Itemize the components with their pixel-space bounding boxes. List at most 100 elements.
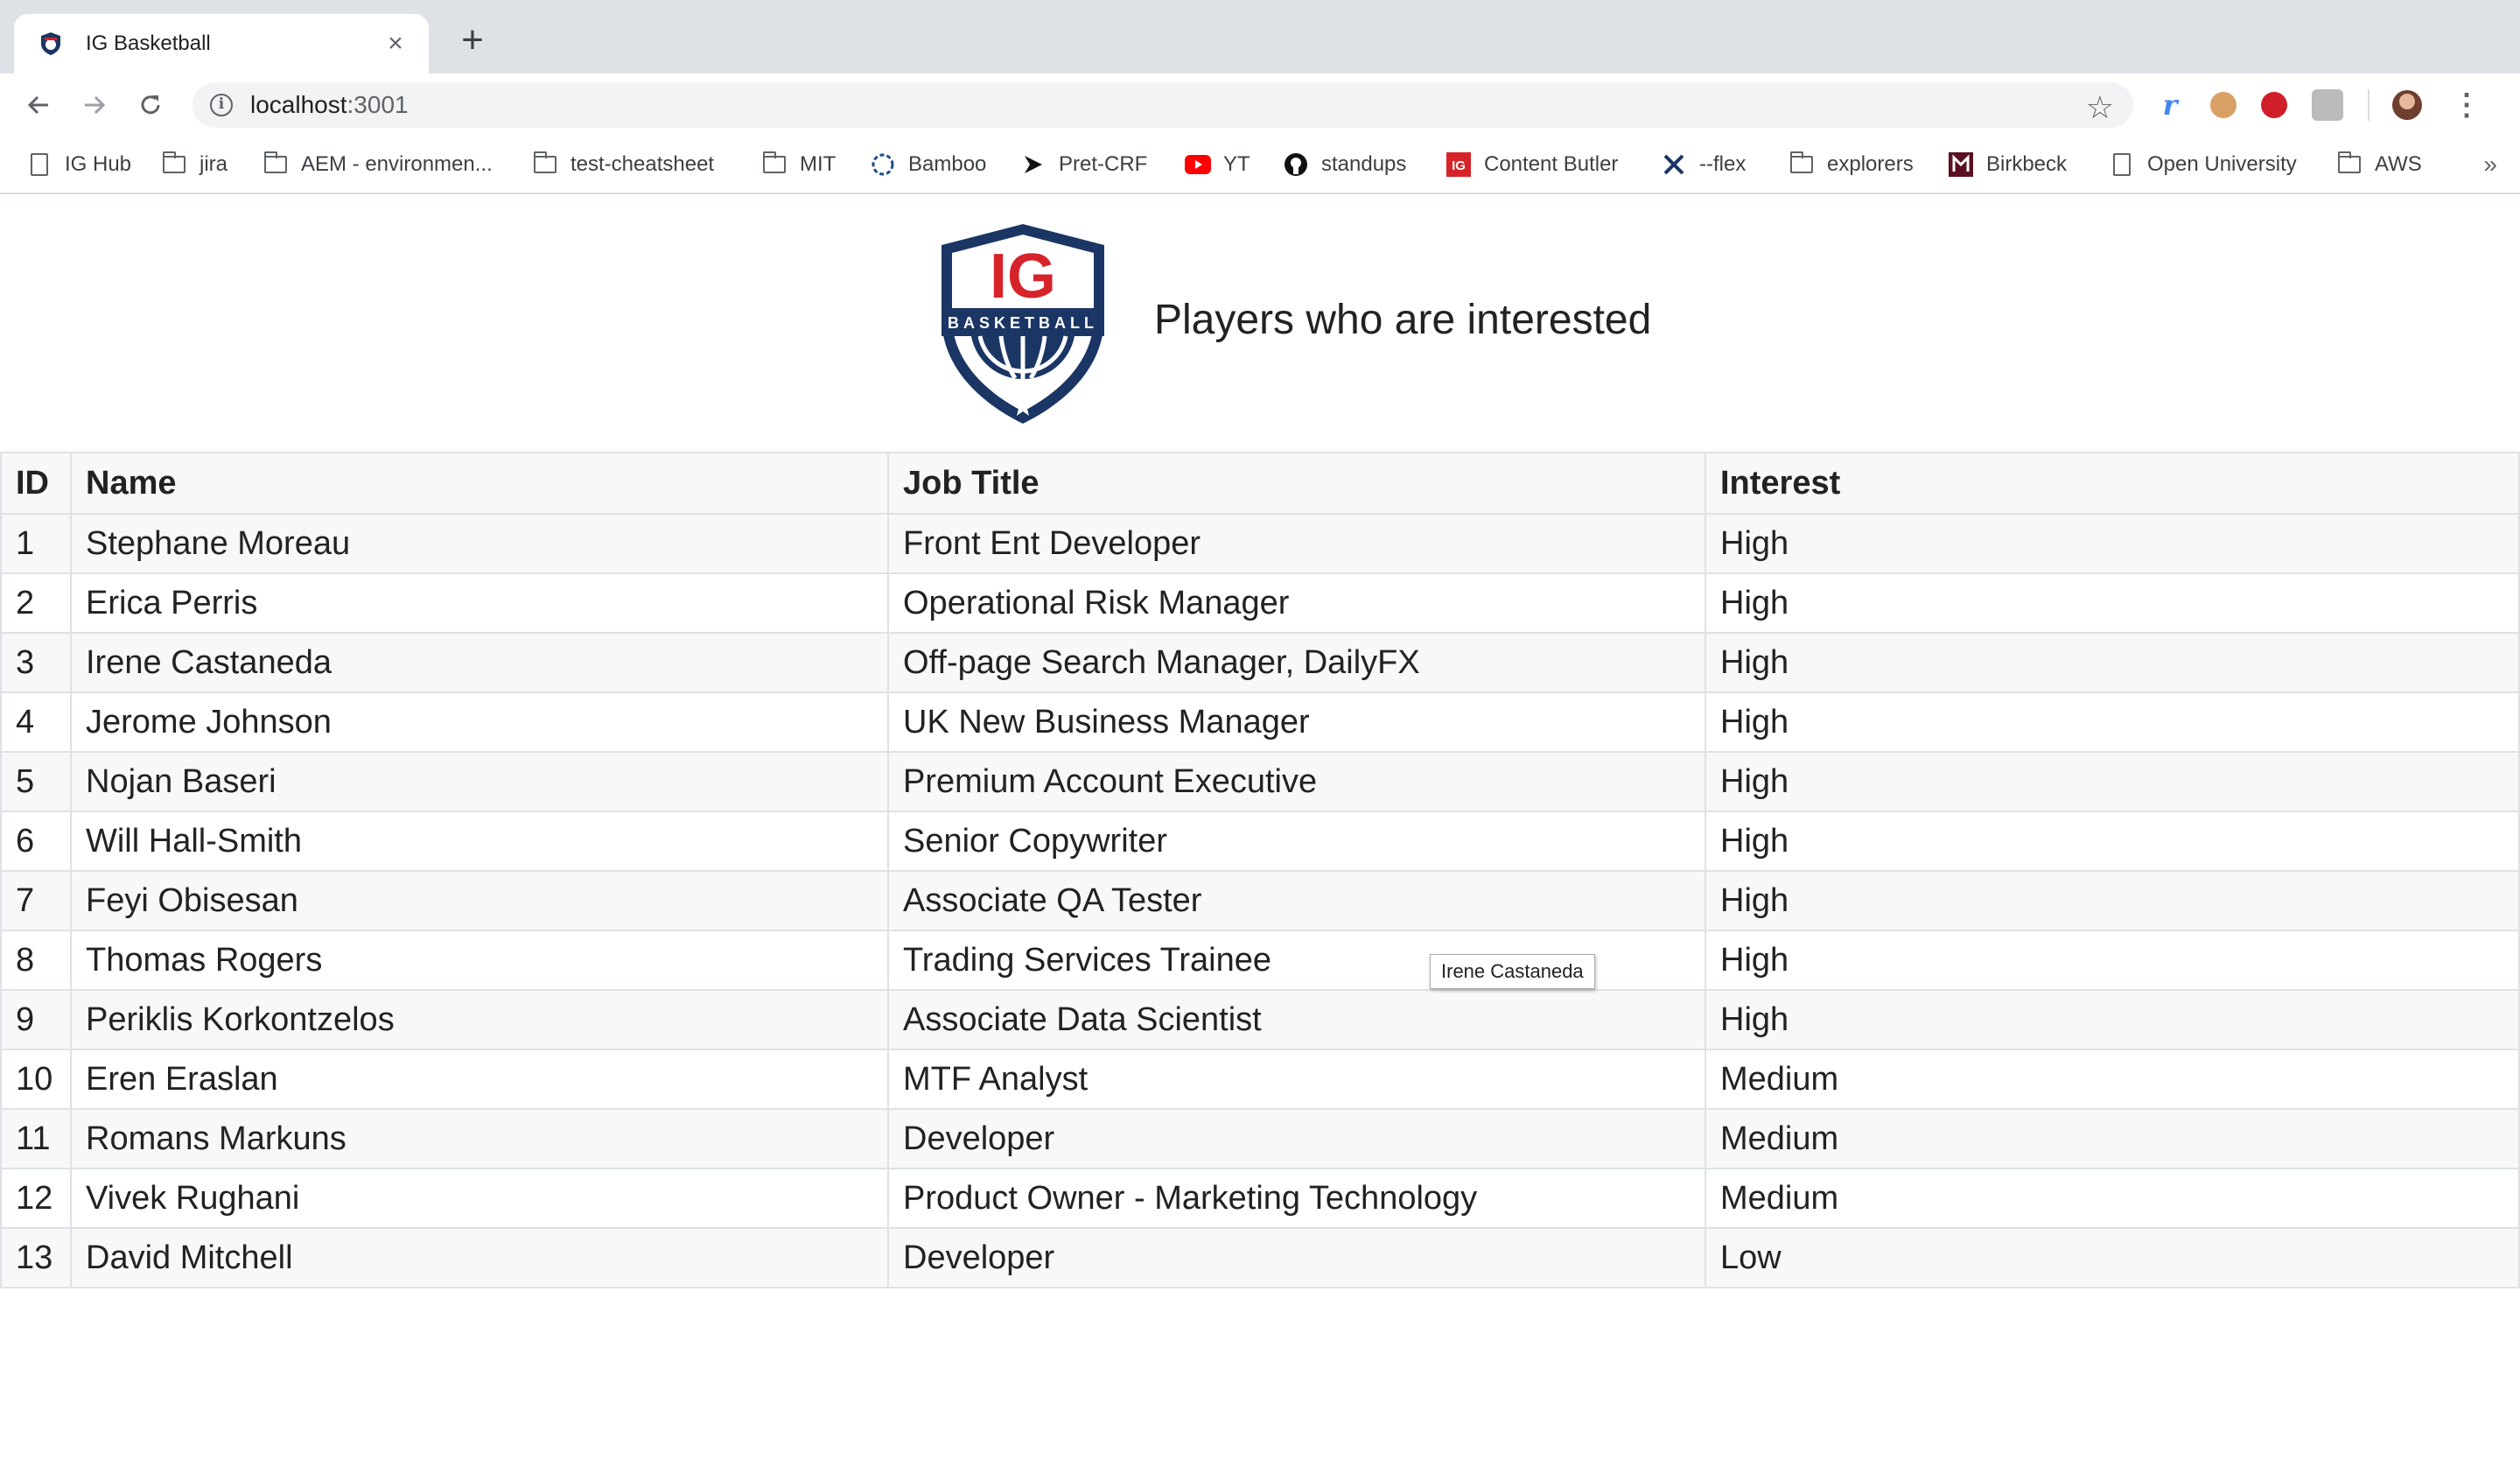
table-row[interactable]: 8 Thomas Rogers Trading Services Trainee Hi… (0, 930, 2520, 991)
table-row[interactable]: 3 Irene Castaneda Off-page Search Manager,… (0, 632, 2520, 693)
bookmark-label: jira (200, 152, 228, 176)
bookmark-label: MIT (800, 152, 836, 176)
folder-icon (532, 151, 558, 176)
browser-toolbar: i localhost:3001 ☆ r ⋮ (0, 74, 2520, 137)
cell-job-title: Associate QA Tester (887, 870, 1706, 931)
column-header-name[interactable]: Name (70, 452, 889, 515)
table-row[interactable]: 6 Will Hall-Smith Senior Copywriter High (0, 811, 2520, 872)
birkbeck-icon (1948, 152, 1974, 177)
table-row[interactable]: 12 Vivek Rughani Product Owner - Marketing… (0, 1168, 2520, 1229)
extension-translate-icon[interactable]: r (2154, 88, 2186, 122)
back-arrow-icon[interactable] (19, 86, 58, 124)
cell-name: Stephane Moreau (70, 513, 889, 574)
bookmark-item[interactable]: test-cheatsheet (532, 151, 714, 177)
cell-interest: High (1704, 691, 2520, 753)
new-tab-button[interactable]: + (455, 21, 490, 60)
bookmark-item[interactable]: --flex (1661, 152, 1746, 177)
tab-title: IG Basketball (86, 32, 211, 55)
cell-id: 12 (0, 1168, 72, 1229)
bookmark-label: Bamboo (908, 152, 987, 176)
cell-name: David Mitchell (70, 1227, 889, 1288)
cell-id: 7 (0, 870, 72, 931)
extension-ig-icon[interactable] (2312, 89, 2343, 121)
table-header-row: ID Name Job Title Interest (0, 452, 2520, 515)
browser-tab[interactable]: IG Basketball × (14, 14, 429, 74)
extension-cookie-icon[interactable] (2210, 92, 2236, 118)
table-row[interactable]: 2 Erica Perris Operational Risk Manager Hig… (0, 572, 2520, 634)
folder-icon (161, 151, 187, 176)
x-icon (1661, 153, 1687, 176)
folder-icon (262, 151, 289, 176)
table-row[interactable]: 9 Periklis Korkontzelos Associate Data Sci… (0, 989, 2520, 1050)
bookmark-item[interactable]: jira (161, 151, 228, 177)
cell-job-title: Associate Data Scientist (887, 989, 1706, 1050)
cell-job-title: Premium Account Executive (887, 751, 1706, 812)
tab-strip: IG Basketball × + (0, 0, 2520, 74)
bookmark-item[interactable]: Bamboo (870, 152, 986, 177)
bookmark-item[interactable]: AWS (2336, 151, 2422, 177)
extension-stop-icon[interactable] (2261, 92, 2287, 118)
cell-interest: High (1704, 513, 2520, 574)
cell-name: Erica Perris (70, 572, 889, 634)
table-row[interactable]: 11 Romans Markuns Developer Medium (0, 1108, 2520, 1169)
column-header-job-title[interactable]: Job Title (887, 452, 1706, 515)
cell-name: Thomas Rogers (70, 930, 889, 991)
site-info-icon[interactable]: i (210, 94, 233, 116)
bookmark-label: AEM - environmen... (301, 152, 493, 176)
bookmark-label: IG Hub (65, 152, 132, 176)
chevron-icon (1020, 153, 1046, 176)
table-row[interactable]: 7 Feyi Obisesan Associate QA Tester High (0, 870, 2520, 931)
bookmark-item[interactable]: AEM - environmen... (262, 151, 493, 177)
url-text[interactable]: localhost:3001 (250, 91, 409, 119)
github-icon (1283, 153, 1309, 176)
bookmark-label: Birkbeck (1986, 152, 2068, 176)
cell-interest: Medium (1704, 1049, 2520, 1110)
bookmark-star-icon[interactable]: ☆ (2086, 89, 2114, 126)
bookmark-item[interactable]: Open University (2109, 152, 2297, 177)
bookmarks-overflow-icon[interactable]: » (2483, 151, 2497, 179)
bookmark-item[interactable]: standups (1283, 152, 1406, 177)
browser-menu-icon[interactable]: ⋮ (2452, 88, 2482, 123)
cell-job-title: Senior Copywriter (887, 811, 1706, 872)
cell-interest: High (1704, 989, 2520, 1050)
cell-name: Nojan Baseri (70, 751, 889, 812)
cell-interest: High (1704, 870, 2520, 931)
bookmark-item[interactable]: YT (1185, 152, 1250, 177)
bookmark-item[interactable]: MIT (761, 151, 836, 177)
bookmark-label: standups (1321, 152, 1407, 176)
table-row[interactable]: 5 Nojan Baseri Premium Account Executive Hi… (0, 751, 2520, 812)
table-row[interactable]: 4 Jerome Johnson UK New Business Manager Hi… (0, 691, 2520, 753)
bookmark-item[interactable]: Birkbeck (1948, 152, 2067, 177)
cell-name: Periklis Korkontzelos (70, 989, 889, 1050)
cell-id: 4 (0, 691, 72, 753)
folder-icon (1788, 151, 1815, 176)
column-header-interest[interactable]: Interest (1704, 452, 2520, 515)
bookmark-item[interactable]: IG Hub (26, 152, 131, 177)
table-row[interactable]: 10 Eren Eraslan MTF Analyst Medium (0, 1049, 2520, 1110)
page-icon (26, 153, 52, 176)
address-bar[interactable]: i localhost:3001 ☆ (192, 82, 2133, 128)
folder-icon (761, 151, 788, 176)
cell-id: 3 (0, 632, 72, 693)
cell-name: Vivek Rughani (70, 1168, 889, 1229)
column-header-id[interactable]: ID (0, 452, 72, 515)
forward-arrow-icon[interactable] (75, 86, 114, 124)
cell-id: 5 (0, 751, 72, 812)
reload-icon[interactable] (131, 86, 170, 124)
bookmark-item[interactable]: Pret-CRF (1020, 152, 1147, 177)
ig-basketball-favicon-icon (38, 32, 63, 56)
bookmark-label: YT (1223, 152, 1250, 176)
page-title: Players who are interested (1154, 297, 1652, 343)
bookmark-item[interactable]: IG Content Butler (1446, 152, 1618, 177)
table-row[interactable]: 13 David Mitchell Developer Low (0, 1227, 2520, 1288)
profile-avatar[interactable] (2392, 90, 2422, 120)
close-tab-icon[interactable]: × (383, 31, 408, 57)
bookmark-item[interactable]: explorers (1788, 151, 1914, 177)
bookmark-label: explorers (1827, 152, 1914, 176)
cell-job-title: Developer (887, 1227, 1706, 1288)
cell-interest: High (1704, 572, 2520, 634)
cell-name: Irene Castaneda (70, 632, 889, 693)
folder-icon (2336, 151, 2362, 176)
table-row[interactable]: 1 Stephane Moreau Front Ent Developer High (0, 513, 2520, 574)
youtube-icon (1185, 153, 1211, 176)
